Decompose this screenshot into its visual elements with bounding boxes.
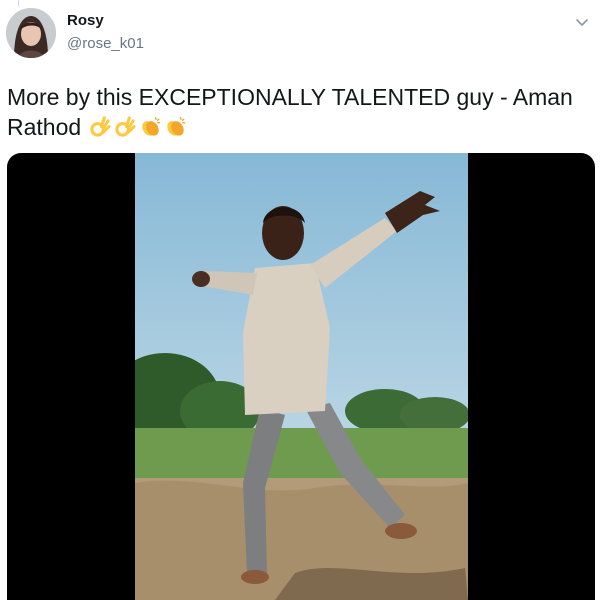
video-player[interactable] <box>7 153 595 600</box>
ok-hand-icon <box>114 115 137 138</box>
emoji-row <box>89 115 187 138</box>
display-name[interactable]: Rosy <box>67 12 104 29</box>
thread-line <box>18 0 19 6</box>
clapping-hands-icon <box>164 115 187 138</box>
tweet-text: More by this EXCEPTIONALLY TALENTED guy … <box>7 82 592 142</box>
chevron-down-icon[interactable] <box>574 14 590 30</box>
ok-hand-icon <box>89 115 112 138</box>
video-frame <box>135 153 468 600</box>
clapping-hands-icon <box>139 115 162 138</box>
tweet: Rosy @rose_k01 More by this EXCEPTIONALL… <box>0 0 600 600</box>
avatar[interactable] <box>6 8 56 58</box>
user-handle[interactable]: @rose_k01 <box>67 35 144 52</box>
